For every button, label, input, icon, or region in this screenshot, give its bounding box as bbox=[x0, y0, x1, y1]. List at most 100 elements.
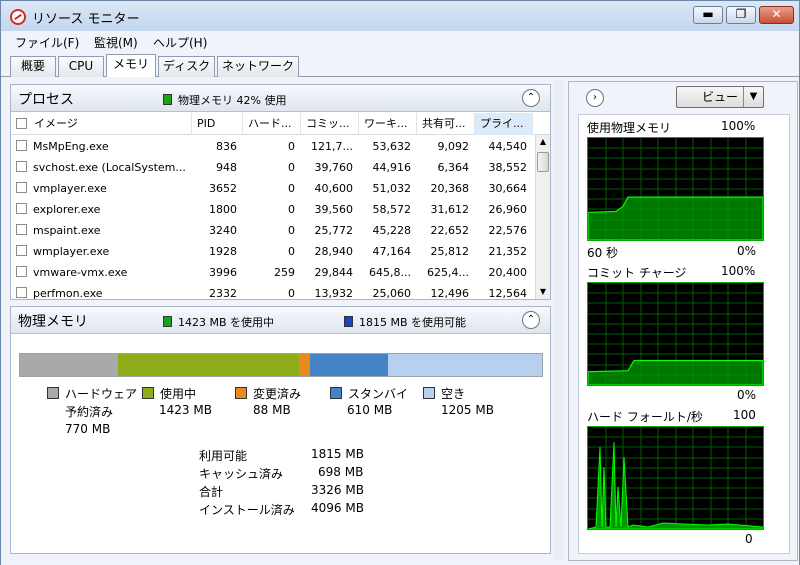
graph-area: 使用物理メモリ 100% 60 秒 0% コミット チャージ 100% 0% ハ… bbox=[578, 114, 790, 554]
graph1-bottom-right: 0% bbox=[737, 244, 757, 258]
table-cell: 0 bbox=[288, 245, 295, 258]
row-checkbox[interactable] bbox=[16, 245, 27, 256]
tab-strip: 概要 CPU メモリ ディスク ネットワーク bbox=[1, 52, 799, 78]
row-checkbox[interactable] bbox=[16, 161, 27, 172]
free-square-icon bbox=[423, 387, 435, 399]
legend-free-label: 空き bbox=[441, 387, 466, 401]
table-cell: 645,8... bbox=[369, 266, 411, 279]
table-cell: mspaint.exe bbox=[33, 224, 101, 237]
chevron-down-icon[interactable]: ▼ bbox=[743, 87, 763, 107]
expand-right-icon[interactable]: › bbox=[586, 89, 604, 107]
modified-square-icon bbox=[235, 387, 247, 399]
pane-splitter[interactable] bbox=[554, 81, 564, 561]
table-cell: 22,652 bbox=[430, 224, 470, 237]
tab-overview[interactable]: 概要 bbox=[10, 56, 56, 77]
tab-cpu[interactable]: CPU bbox=[58, 56, 104, 77]
minimize-button[interactable]: ▬ bbox=[693, 6, 723, 24]
legend-in-use-label: 使用中 bbox=[160, 387, 197, 401]
table-cell: 20,368 bbox=[430, 182, 470, 195]
row-checkbox[interactable] bbox=[16, 140, 27, 151]
tab-network[interactable]: ネットワーク bbox=[217, 56, 299, 77]
memory-segment bbox=[299, 354, 310, 376]
menu-monitor[interactable]: 監視(M) bbox=[94, 34, 138, 51]
memory-panel: 物理メモリ 1423 MB を使用中 1815 MB を使用可能 ⌃ ハードウェ… bbox=[10, 306, 551, 554]
table-cell: 12,564 bbox=[488, 287, 528, 299]
table-cell: 47,164 bbox=[372, 245, 412, 258]
table-cell: 39,760 bbox=[314, 161, 354, 174]
available-summary: 1815 MB を使用可能 bbox=[344, 314, 466, 330]
memory-panel-header[interactable]: 物理メモリ 1423 MB を使用中 1815 MB を使用可能 ⌃ bbox=[11, 307, 550, 334]
table-cell: 6,364 bbox=[437, 161, 470, 174]
table-cell: 0 bbox=[288, 161, 295, 174]
table-cell: 0 bbox=[288, 182, 295, 195]
legend-free-value: 1205 MB bbox=[441, 403, 494, 417]
row-checkbox[interactable] bbox=[16, 182, 27, 193]
table-row[interactable]: wmplayer.exe 1928 0 28,940 47,164 25,812 21,35… bbox=[11, 241, 527, 262]
graph1-title: 使用物理メモリ bbox=[587, 121, 672, 135]
content-area: プロセス 物理メモリ 42% 使用 ⌃ イメージ PID ハード... コミッ.… bbox=[1, 77, 799, 565]
table-row[interactable]: MsMpEng.exe 836 0 121,7... 53,632 9,092 44,540 bbox=[11, 136, 527, 157]
graph3-title: ハード フォールト/秒 bbox=[587, 410, 703, 424]
graph3-svg bbox=[587, 427, 764, 530]
memory-usage-bar bbox=[19, 353, 543, 377]
table-cell: wmplayer.exe bbox=[33, 245, 110, 258]
table-cell: 26,960 bbox=[488, 203, 528, 216]
stat-cached-label: キャッシュ済み bbox=[199, 467, 284, 481]
graph3-bottom-right: 0 bbox=[745, 532, 753, 546]
table-cell: 3652 bbox=[209, 182, 237, 195]
row-checkbox[interactable] bbox=[16, 224, 27, 235]
legend-hardware-label: ハードウェア bbox=[65, 387, 138, 401]
menu-file[interactable]: ファイル(F) bbox=[15, 34, 79, 51]
graph1-bottom-left: 60 秒 bbox=[587, 246, 619, 260]
table-row[interactable]: svchost.exe (LocalSystem... 948 0 39,760 44,… bbox=[11, 157, 527, 178]
legend-in-use: 使用中 bbox=[142, 385, 196, 402]
table-row[interactable]: perfmon.exe 2332 0 13,932 25,060 12,496 12,564 bbox=[11, 283, 527, 299]
table-cell: 948 bbox=[216, 161, 237, 174]
stat-installed-value: 4096 MB bbox=[311, 501, 364, 515]
table-cell: 0 bbox=[288, 203, 295, 216]
table-cell: 21,352 bbox=[488, 245, 528, 258]
table-cell: 9,092 bbox=[437, 140, 470, 153]
row-checkbox[interactable] bbox=[16, 266, 27, 277]
row-checkbox[interactable] bbox=[16, 287, 27, 298]
table-cell: 1800 bbox=[209, 203, 237, 216]
table-cell: 0 bbox=[288, 140, 295, 153]
view-button-label: ビュー bbox=[701, 90, 738, 104]
table-cell: 3240 bbox=[209, 224, 237, 237]
collapse-memory-button[interactable]: ⌃ bbox=[522, 311, 540, 329]
graph2-plot bbox=[587, 282, 764, 386]
process-rows: MsMpEng.exe 836 0 121,7... 53,632 9,092 44,540… bbox=[11, 85, 537, 299]
table-cell: 625,4... bbox=[427, 266, 469, 279]
close-button[interactable]: ✕ bbox=[759, 6, 794, 24]
table-row[interactable]: explorer.exe 1800 0 39,560 58,572 31,612 26,96… bbox=[11, 199, 527, 220]
title-bar: リソース モニター ▬ ❐ ✕ bbox=[1, 1, 799, 31]
in-use-summary-text: 1423 MB を使用中 bbox=[178, 316, 275, 329]
maximize-button[interactable]: ❐ bbox=[726, 6, 756, 24]
view-button[interactable]: ビュー ▼ bbox=[676, 86, 764, 108]
tab-disk[interactable]: ディスク bbox=[158, 56, 215, 77]
table-cell: 39,560 bbox=[314, 203, 354, 216]
scroll-up-icon[interactable]: ▲ bbox=[538, 137, 548, 147]
table-row[interactable]: vmware-vmx.exe 3996 259 29,844 645,8... 625,4… bbox=[11, 262, 527, 283]
process-scrollbar[interactable]: ▲ ▼ bbox=[535, 135, 550, 299]
available-summary-text: 1815 MB を使用可能 bbox=[359, 316, 467, 329]
menu-help[interactable]: ヘルプ(H) bbox=[153, 34, 207, 51]
graph-area-fill bbox=[587, 359, 764, 386]
graph2-svg bbox=[587, 283, 764, 386]
table-cell: 25,772 bbox=[314, 224, 354, 237]
scroll-thumb[interactable] bbox=[537, 152, 549, 172]
legend-standby: スタンバイ bbox=[330, 385, 408, 402]
tab-memory[interactable]: メモリ bbox=[106, 54, 156, 78]
available-square-icon bbox=[344, 316, 353, 327]
graph3-plot bbox=[587, 426, 764, 530]
stat-total-label: 合計 bbox=[199, 485, 224, 499]
table-cell: 40,600 bbox=[314, 182, 354, 195]
table-row[interactable]: vmplayer.exe 3652 0 40,600 51,032 20,368 30,66… bbox=[11, 178, 527, 199]
row-checkbox[interactable] bbox=[16, 203, 27, 214]
scroll-down-icon[interactable]: ▼ bbox=[538, 287, 548, 297]
memory-segment bbox=[388, 354, 542, 376]
table-row[interactable]: mspaint.exe 3240 0 25,772 45,228 22,652 22,576 bbox=[11, 220, 527, 241]
table-cell: 2332 bbox=[209, 287, 237, 299]
menu-bar: ファイル(F) 監視(M) ヘルプ(H) bbox=[1, 31, 799, 52]
graph1-plot bbox=[587, 137, 764, 241]
